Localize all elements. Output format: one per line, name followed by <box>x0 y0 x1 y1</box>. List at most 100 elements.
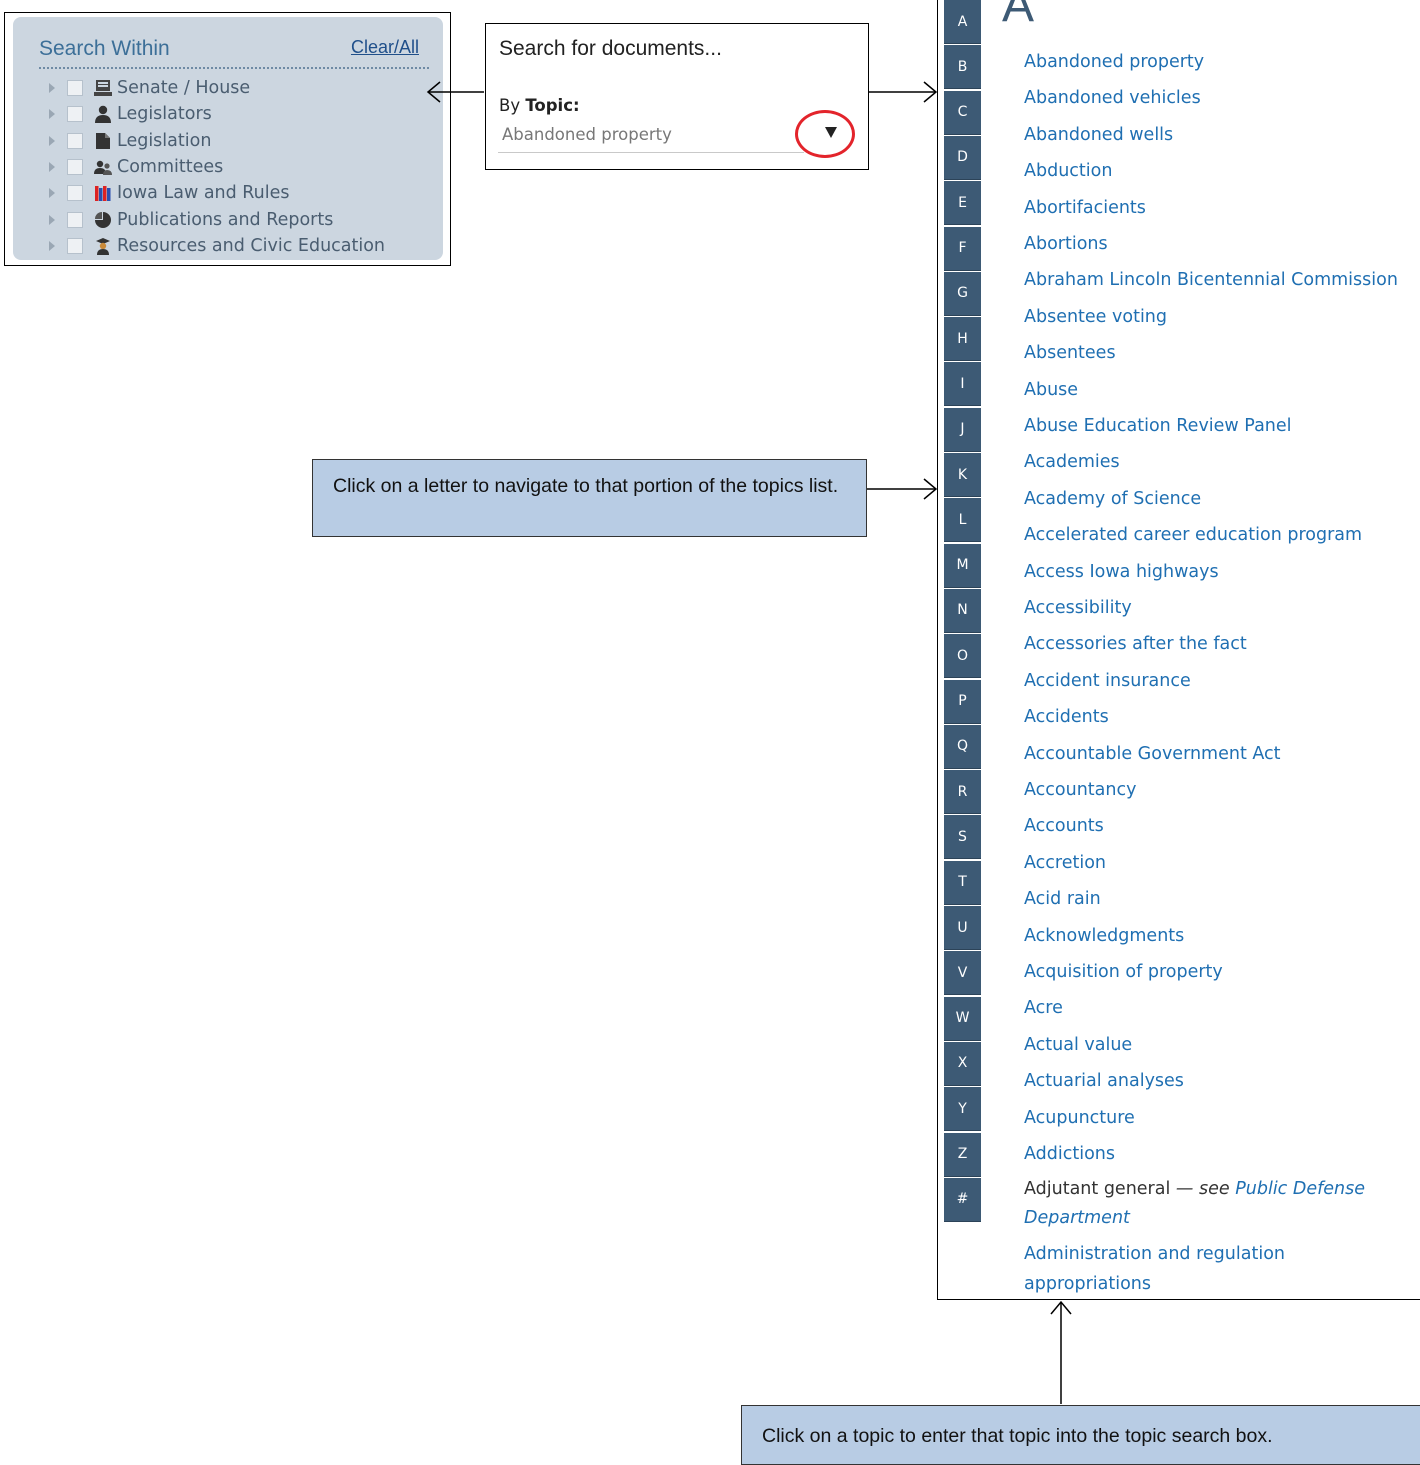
letter-button-d[interactable]: D <box>944 135 981 180</box>
checkbox[interactable] <box>67 185 83 202</box>
topic-item[interactable]: Accelerated career education program <box>1024 525 1362 545</box>
letter-button-y[interactable]: Y <box>944 1087 981 1132</box>
letter-button-v[interactable]: V <box>944 951 981 996</box>
clear-all-link[interactable]: Clear/All <box>351 37 419 58</box>
checkbox[interactable] <box>67 80 83 97</box>
topic-item[interactable]: Actual value <box>1024 1035 1132 1055</box>
topic-item[interactable]: Addictions <box>1024 1144 1115 1164</box>
letter-button-h[interactable]: H <box>944 317 981 362</box>
expand-arrow-icon[interactable] <box>49 188 55 199</box>
search-within-item-label: Senate / House <box>117 78 251 99</box>
topic-item[interactable]: Abortions <box>1024 234 1108 254</box>
search-within-item-label: Publications and Reports <box>117 209 334 230</box>
by-label: By <box>499 96 526 115</box>
checkbox[interactable] <box>67 132 83 149</box>
topic-item[interactable]: Accountancy <box>1024 780 1136 800</box>
letter-button-x[interactable]: X <box>944 1041 981 1086</box>
see-target-link-cont[interactable]: Department <box>1024 1208 1130 1228</box>
topic-item[interactable]: Abduction <box>1024 161 1112 181</box>
topic-item[interactable]: Accessories after the fact <box>1024 634 1247 654</box>
topic-item[interactable]: Acquisition of property <box>1024 962 1223 982</box>
topic-item[interactable]: Accessibility <box>1024 598 1132 618</box>
topic-item[interactable]: Absentee voting <box>1024 307 1167 327</box>
topic-item-see[interactable]: Adjutant general — see Public Defense <box>1024 1179 1365 1199</box>
search-within-item-iowa-law[interactable]: Iowa Law and Rules <box>47 180 385 206</box>
letter-button-r[interactable]: R <box>944 770 981 815</box>
checkbox[interactable] <box>67 106 83 123</box>
checkbox[interactable] <box>67 211 83 228</box>
letter-button-z[interactable]: Z <box>944 1132 981 1177</box>
search-within-item-resources[interactable]: Resources and Civic Education <box>47 233 385 259</box>
search-documents-title: Search for documents... <box>499 37 722 60</box>
callout-topic-click: Click on a topic to enter that topic int… <box>741 1405 1420 1465</box>
checkbox[interactable] <box>67 159 83 176</box>
topic-item-cont[interactable]: appropriations <box>1024 1274 1151 1294</box>
callout-letter-navigation: Click on a letter to navigate to that po… <box>312 459 867 537</box>
topic-item[interactable]: Abortifacients <box>1024 198 1146 218</box>
document-icon <box>93 131 113 151</box>
letter-button-o[interactable]: O <box>944 634 981 679</box>
expand-arrow-icon[interactable] <box>49 162 55 173</box>
expand-arrow-icon[interactable] <box>49 109 55 120</box>
topic-item[interactable]: Abraham Lincoln Bicentennial Commission <box>1024 270 1398 290</box>
letter-button-m[interactable]: M <box>944 543 981 588</box>
dropdown-arrow-icon[interactable] <box>825 127 837 138</box>
search-within-item-legislation[interactable]: Legislation <box>47 128 385 154</box>
topic-item[interactable]: Accountable Government Act <box>1024 744 1281 764</box>
letter-button-u[interactable]: U <box>944 906 981 950</box>
letter-button-t[interactable]: T <box>944 860 981 905</box>
topic-item[interactable]: Administration and regulation <box>1024 1244 1285 1264</box>
topic-select-value: Abandoned property <box>502 125 672 144</box>
letter-button-c[interactable]: C <box>944 90 981 135</box>
letter-button-l[interactable]: L <box>944 498 981 543</box>
topic-item[interactable]: Abuse <box>1024 380 1078 400</box>
letter-button-k[interactable]: K <box>944 453 981 497</box>
topic-item[interactable]: Acknowledgments <box>1024 926 1184 946</box>
topic-item[interactable]: Abandoned wells <box>1024 125 1173 145</box>
letter-button-p[interactable]: P <box>944 679 981 724</box>
current-letter-heading: A <box>1002 0 1035 32</box>
topic-item[interactable]: Academy of Science <box>1024 489 1201 509</box>
letter-button-e[interactable]: E <box>944 181 981 226</box>
topic-item[interactable]: Accretion <box>1024 853 1106 873</box>
letter-button-w[interactable]: W <box>944 996 981 1041</box>
topic-item[interactable]: Acupuncture <box>1024 1108 1135 1128</box>
expand-arrow-icon[interactable] <box>49 83 55 94</box>
expand-arrow-icon[interactable] <box>49 240 55 251</box>
topic-item[interactable]: Abuse Education Review Panel <box>1024 416 1292 436</box>
books-icon <box>93 183 113 203</box>
letter-button-q[interactable]: Q <box>944 724 981 769</box>
topic-item[interactable]: Acre <box>1024 998 1063 1018</box>
search-within-item-legislators[interactable]: Legislators <box>47 101 385 127</box>
letter-button-i[interactable]: I <box>944 362 981 407</box>
letter-button-a[interactable]: A <box>944 0 981 44</box>
letter-button-g[interactable]: G <box>944 271 981 316</box>
search-within-item-committees[interactable]: Committees <box>47 154 385 180</box>
letter-button-j[interactable]: J <box>944 407 981 452</box>
letter-button-hash[interactable]: # <box>944 1177 981 1222</box>
divider <box>39 67 429 69</box>
letter-button-b[interactable]: B <box>944 45 981 90</box>
checkbox[interactable] <box>67 237 83 254</box>
topic-item[interactable]: Accident insurance <box>1024 671 1191 691</box>
topic-item[interactable]: Abandoned vehicles <box>1024 88 1201 108</box>
letter-button-f[interactable]: F <box>944 226 981 271</box>
topic-item[interactable]: Abandoned property <box>1024 52 1204 72</box>
search-within-item-publications[interactable]: Publications and Reports <box>47 206 385 232</box>
topic-item[interactable]: Actuarial analyses <box>1024 1071 1184 1091</box>
topic-item[interactable]: Acid rain <box>1024 889 1101 909</box>
topic-select[interactable]: Abandoned property <box>498 119 804 153</box>
letter-button-s[interactable]: S <box>944 815 981 860</box>
topic-item[interactable]: Academies <box>1024 452 1120 472</box>
topic-item[interactable]: Absentees <box>1024 343 1116 363</box>
expand-arrow-icon[interactable] <box>49 135 55 146</box>
letter-button-n[interactable]: N <box>944 588 981 633</box>
arrowhead <box>923 478 938 500</box>
expand-arrow-icon[interactable] <box>49 214 55 225</box>
search-within-item-senate-house[interactable]: Senate / House <box>47 75 385 101</box>
topic-item[interactable]: Accounts <box>1024 816 1104 836</box>
search-within-panel: Search Within Clear/All Senate / House L… <box>13 17 443 260</box>
topic-item[interactable]: Access Iowa highways <box>1024 562 1219 582</box>
topic-item[interactable]: Accidents <box>1024 707 1109 727</box>
see-target-link[interactable]: Public Defense <box>1235 1179 1365 1199</box>
